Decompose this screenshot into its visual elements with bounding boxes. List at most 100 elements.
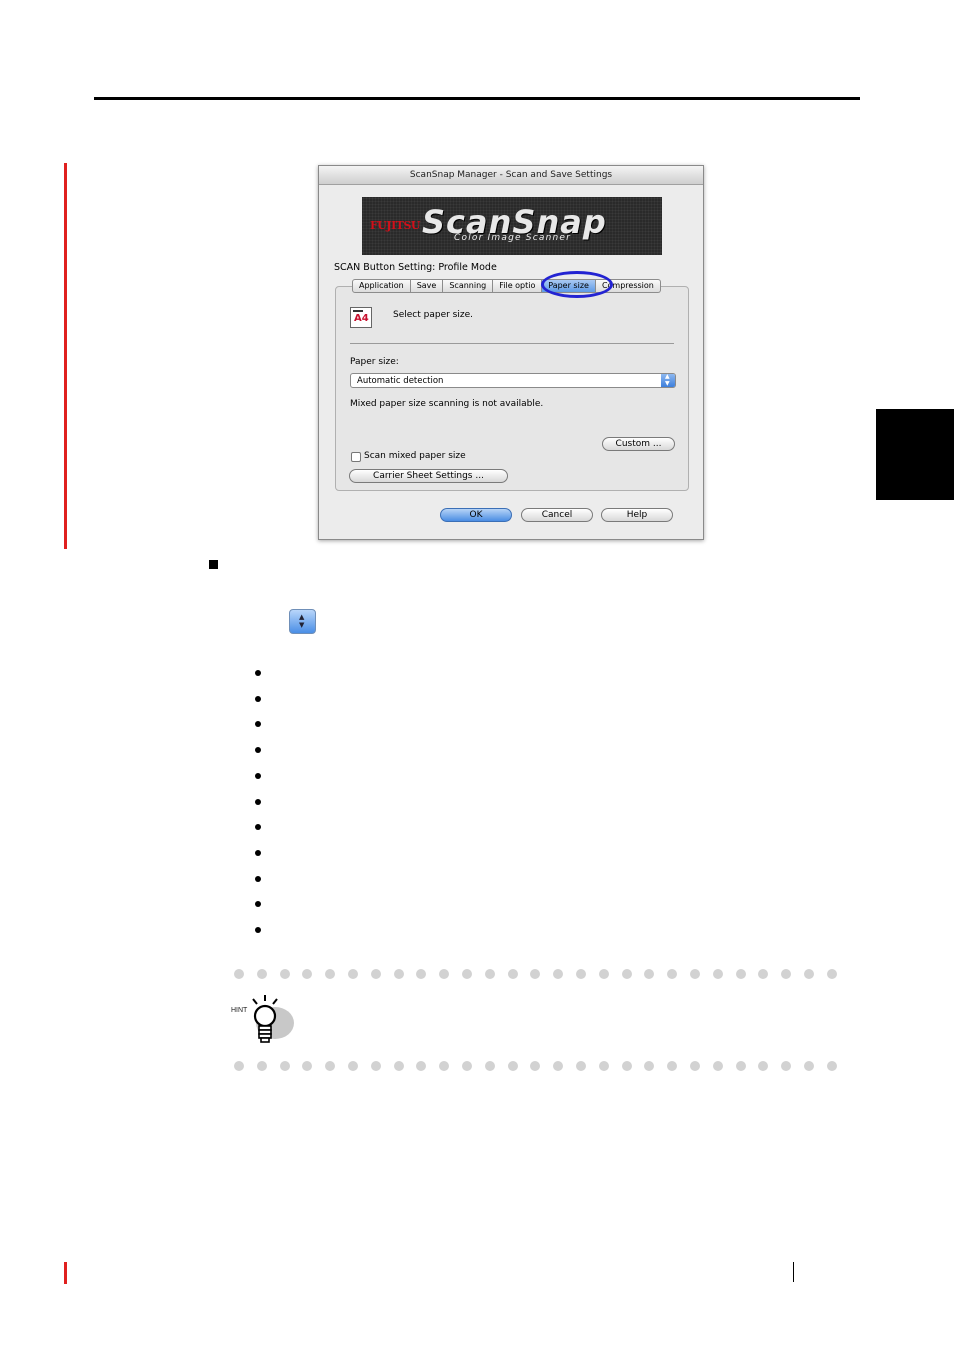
footer-divider bbox=[793, 1262, 794, 1282]
tab-scanning[interactable]: Scanning bbox=[443, 279, 494, 293]
hint-label: HINT bbox=[231, 1007, 248, 1014]
chapter-tab bbox=[876, 409, 954, 500]
divider-dot bbox=[234, 969, 244, 979]
divider-dot bbox=[279, 969, 290, 979]
change-bar bbox=[64, 163, 67, 549]
divider-dot bbox=[530, 969, 541, 979]
cancel-button[interactable]: Cancel bbox=[521, 508, 593, 522]
divider-dot bbox=[690, 969, 700, 979]
divider-dot bbox=[325, 969, 336, 979]
tab-bar: Application Save Scanning File optio Pap… bbox=[352, 279, 661, 293]
divider-dot bbox=[576, 969, 586, 979]
divider-dot bbox=[484, 1061, 495, 1071]
divider-dot bbox=[553, 969, 564, 979]
divider-dot bbox=[712, 1061, 723, 1071]
bullet-icon bbox=[255, 670, 261, 676]
dialog-title[interactable]: ScanSnap Manager - Scan and Save Setting… bbox=[319, 166, 703, 185]
divider-dot bbox=[462, 1061, 472, 1071]
paper-size-select[interactable]: Automatic detection ▲ ▼ bbox=[350, 373, 676, 388]
divider-dot bbox=[416, 1061, 427, 1071]
divider-dot bbox=[370, 969, 381, 979]
bullet-icon bbox=[255, 850, 261, 856]
divider-dot bbox=[826, 969, 837, 979]
divider-dot bbox=[325, 1061, 336, 1071]
divider-dot bbox=[302, 1061, 313, 1071]
ok-button[interactable]: OK bbox=[440, 508, 512, 522]
paper-size-value: Automatic detection bbox=[357, 376, 444, 386]
divider-dot bbox=[758, 1061, 769, 1071]
mixed-size-note: Mixed paper size scanning is not availab… bbox=[350, 399, 544, 409]
tab-save[interactable]: Save bbox=[410, 279, 444, 293]
tab-file-option[interactable]: File optio bbox=[493, 279, 543, 293]
divider-dot bbox=[507, 1061, 518, 1071]
bullet-icon bbox=[255, 773, 261, 779]
divider-dot bbox=[621, 969, 632, 979]
paper-size-label: Paper size: bbox=[350, 357, 399, 367]
bullet-icon bbox=[255, 876, 261, 882]
divider-dot bbox=[507, 969, 518, 979]
bullet-icon bbox=[255, 747, 261, 753]
brand-banner: FUJITSU ScanSnap Color Image Scanner bbox=[362, 197, 662, 255]
divider-dot bbox=[690, 1061, 700, 1071]
dotted-divider-bottom bbox=[234, 1061, 850, 1071]
divider-dot bbox=[302, 969, 313, 979]
divider-dot bbox=[621, 1061, 632, 1071]
dotted-divider-top bbox=[234, 969, 850, 979]
divider-dot bbox=[598, 1061, 609, 1071]
instruction-text: Select paper size. bbox=[393, 310, 473, 320]
divider-dot bbox=[439, 1061, 450, 1071]
bullet-icon bbox=[255, 927, 261, 933]
highlight-circle bbox=[541, 271, 613, 298]
bullet-icon bbox=[255, 799, 261, 805]
divider-dot bbox=[256, 969, 267, 979]
a4-icon-label: A4 bbox=[354, 313, 369, 324]
carrier-sheet-settings-button[interactable]: Carrier Sheet Settings ... bbox=[349, 469, 508, 483]
help-button[interactable]: Help bbox=[601, 508, 673, 522]
select-arrows-icon[interactable]: ▲ ▼ bbox=[661, 373, 675, 387]
divider-dot bbox=[781, 1061, 792, 1071]
bullet-icon bbox=[255, 696, 261, 702]
divider-dot bbox=[735, 969, 746, 979]
divider-dot bbox=[530, 1061, 541, 1071]
fujitsu-logo: FUJITSU bbox=[370, 219, 420, 232]
divider-dot bbox=[598, 969, 609, 979]
section-square-bullet bbox=[209, 560, 218, 569]
divider-dot bbox=[348, 969, 358, 979]
divider-dot bbox=[804, 1061, 814, 1071]
divider-dot bbox=[758, 969, 769, 979]
divider-dot bbox=[781, 969, 792, 979]
divider-dot bbox=[234, 1061, 244, 1071]
mode-label: SCAN Button Setting: Profile Mode bbox=[334, 262, 497, 273]
divider-dot bbox=[462, 969, 472, 979]
hint-lightbulb-icon: HINT bbox=[231, 995, 294, 1043]
divider-dot bbox=[370, 1061, 381, 1071]
divider-dot bbox=[393, 969, 404, 979]
logo-red-part: FU bbox=[370, 219, 387, 232]
scan-mixed-checkbox[interactable] bbox=[351, 452, 361, 462]
divider-dot bbox=[279, 1061, 290, 1071]
divider-dot bbox=[439, 969, 450, 979]
product-tagline: Color Image Scanner bbox=[454, 233, 572, 243]
settings-dialog: ScanSnap Manager - Scan and Save Setting… bbox=[318, 165, 704, 540]
divider-dot bbox=[348, 1061, 358, 1071]
popup-arrows-icon: ▲ ▼ bbox=[289, 609, 316, 634]
divider-dot bbox=[644, 969, 655, 979]
divider-dot bbox=[576, 1061, 586, 1071]
custom-button[interactable]: Custom ... bbox=[602, 437, 675, 451]
bullet-icon bbox=[255, 901, 261, 907]
footer-mark bbox=[64, 1262, 67, 1284]
divider-dot bbox=[393, 1061, 404, 1071]
divider-dot bbox=[667, 1061, 678, 1071]
bullet-icon bbox=[255, 721, 261, 727]
top-rule bbox=[94, 97, 860, 100]
bullet-icon bbox=[255, 824, 261, 830]
divider-dot bbox=[484, 969, 495, 979]
scan-mixed-label[interactable]: Scan mixed paper size bbox=[364, 451, 466, 461]
tab-application[interactable]: Application bbox=[352, 279, 411, 293]
divider-dot bbox=[667, 969, 678, 979]
divider-dot bbox=[553, 1061, 564, 1071]
divider-dot bbox=[735, 1061, 746, 1071]
divider-dot bbox=[644, 1061, 655, 1071]
divider-dot bbox=[416, 969, 427, 979]
divider-dot bbox=[804, 969, 814, 979]
